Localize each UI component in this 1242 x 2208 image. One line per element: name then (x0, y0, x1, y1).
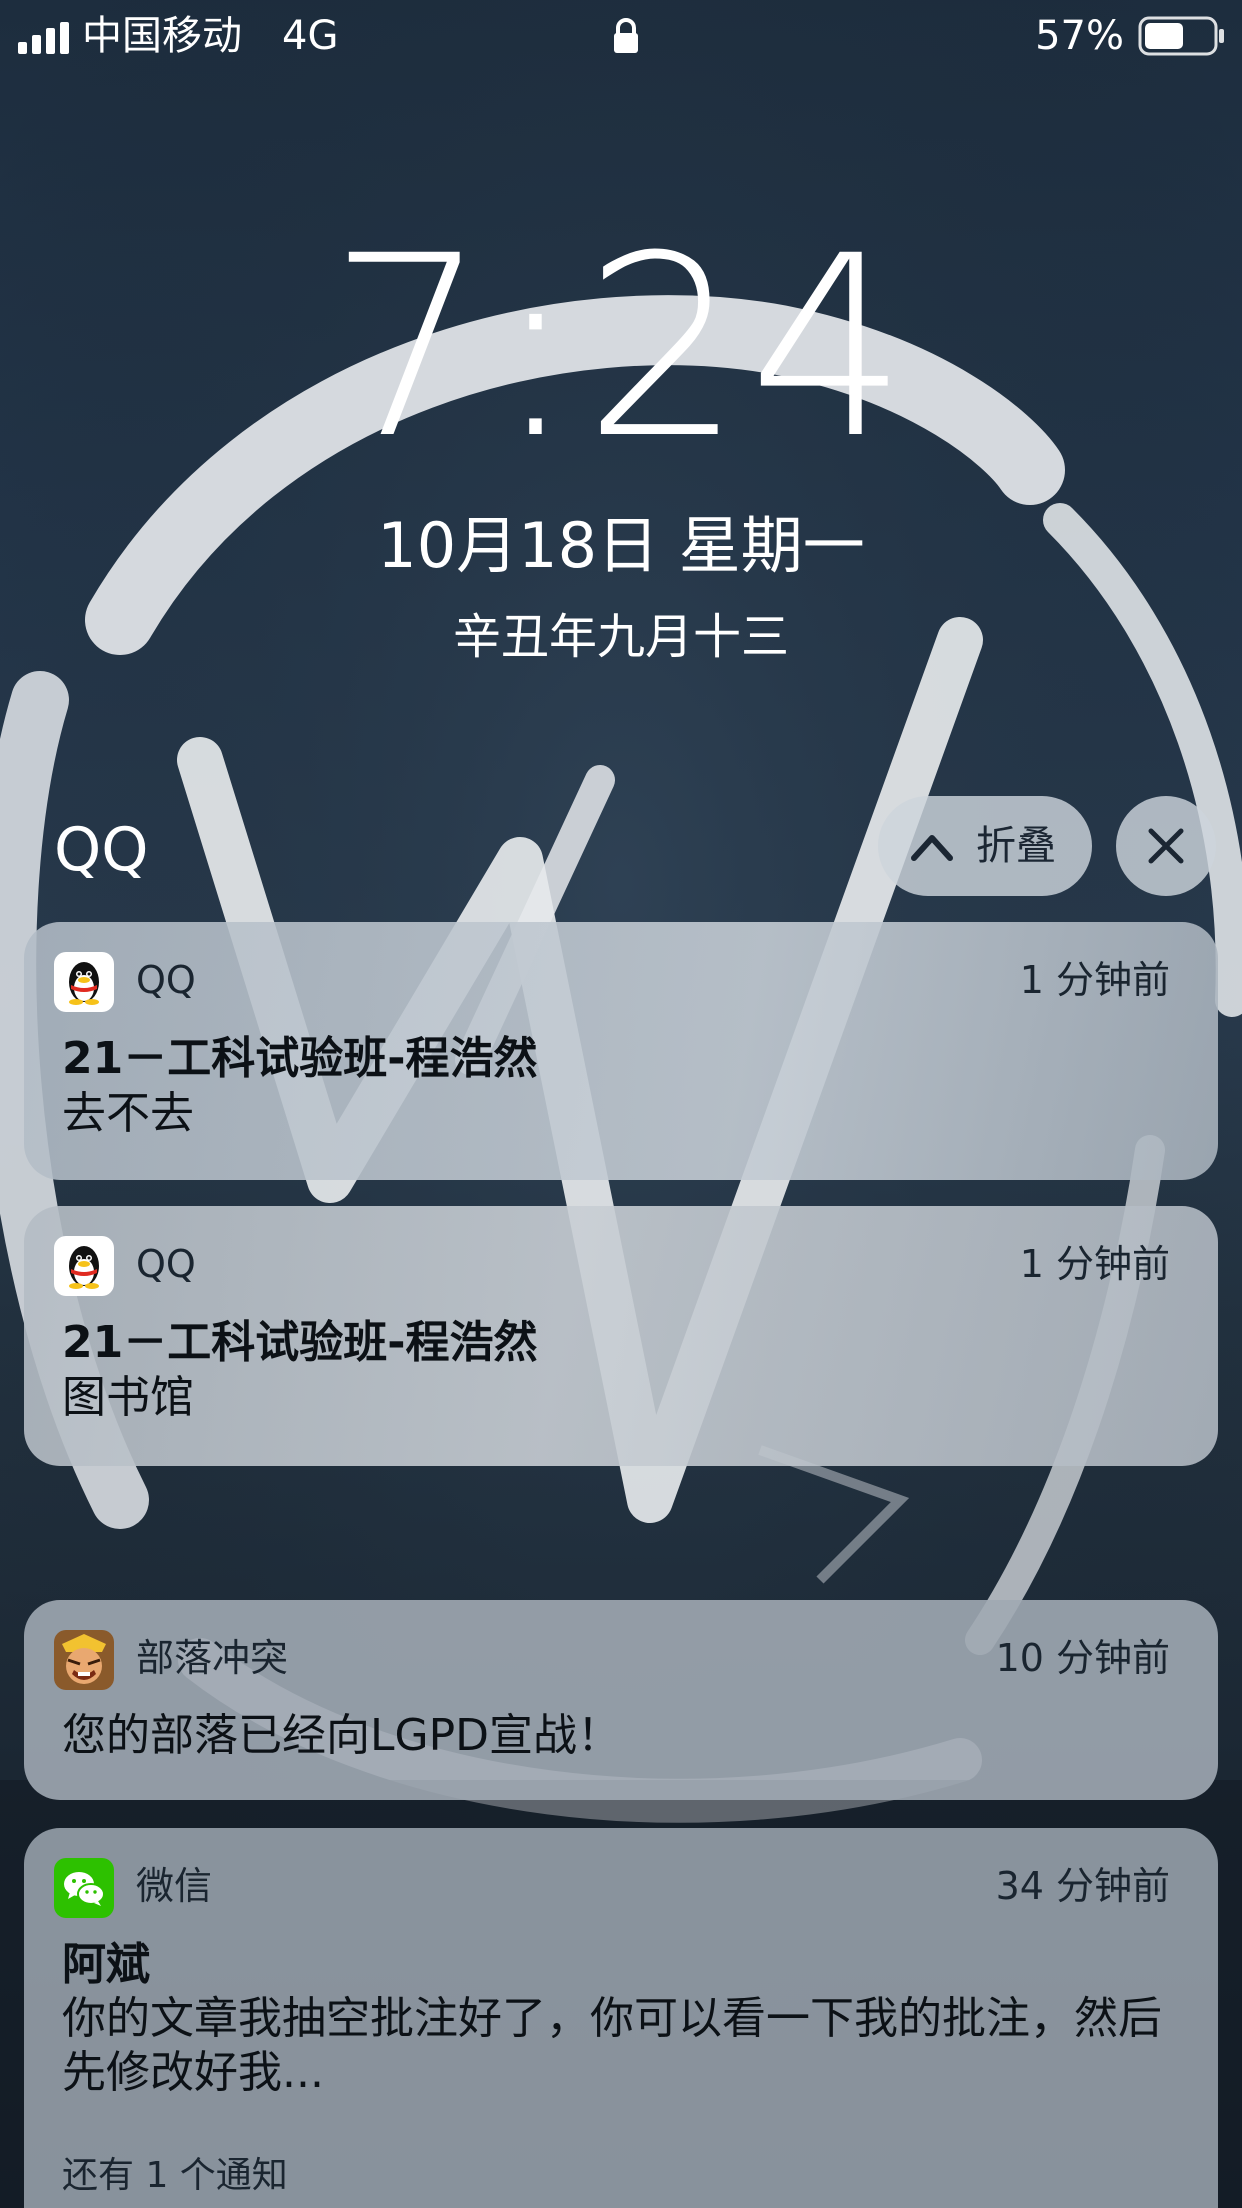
close-icon (1148, 828, 1184, 864)
network-type: 4G (282, 13, 339, 59)
qq-penguin-icon (54, 1236, 114, 1296)
collapse-label: 折叠 (976, 823, 1056, 869)
notification-app-name: 部落冲突 (136, 1636, 289, 1680)
status-bar: 中国移动 4G 57% (0, 0, 1242, 72)
wechat-icon (54, 1858, 114, 1918)
notification-title: 阿斌 (62, 1939, 150, 1990)
collapse-button[interactable]: 折叠 (878, 796, 1092, 896)
notification-app-name: QQ (136, 1242, 196, 1286)
lunar-date: 辛丑年九月十三 (452, 609, 789, 665)
notification-time: 34 分钟前 (995, 1864, 1170, 1908)
notification-body: 去不去 (62, 1088, 194, 1139)
notification-group-title: QQ (54, 815, 149, 885)
notification-time: 10 分钟前 (995, 1636, 1170, 1680)
notification-body: 您的部落已经向LGPD宣战！ (62, 1710, 622, 1761)
notification-card-qq-1[interactable]: QQ 1 分钟前 21－工科试验班-程浩然 去不去 (24, 922, 1218, 1180)
notification-card-qq-2[interactable]: QQ 1 分钟前 21－工科试验班-程浩然 图书馆 (24, 1206, 1218, 1466)
notification-body: 你的文章我抽空批注好了，你可以看一下我的批注，然后先修改好我... (62, 1993, 1162, 2098)
more-notifications-label: 还有 1 个通知 (62, 2155, 288, 2196)
notification-app-name: 微信 (136, 1864, 213, 1908)
notification-title: 21－工科试验班-程浩然 (62, 1317, 538, 1368)
clear-group-button[interactable] (1116, 796, 1216, 896)
lock-icon (614, 18, 638, 53)
lock-screen: 中国移动 4G 57% 7:24 10月18日 星期一 辛丑年九月十三 QQ 折… (0, 0, 1242, 2208)
lock-clock: 7:24 (328, 202, 914, 493)
battery-percent: 57% (1035, 13, 1124, 59)
battery-icon (1138, 16, 1224, 56)
notification-time: 1 分钟前 (1019, 958, 1170, 1002)
signal-icon (18, 22, 69, 54)
notification-card-clash-of-clans[interactable]: 部落冲突 10 分钟前 您的部落已经向LGPD宣战！ (24, 1600, 1218, 1800)
notification-app-name: QQ (136, 958, 196, 1002)
notification-body: 图书馆 (62, 1372, 194, 1423)
lock-date: 10月18日 星期一 (377, 509, 865, 582)
notification-time: 1 分钟前 (1019, 1242, 1170, 1286)
clash-of-clans-icon (54, 1630, 114, 1690)
carrier-name: 中国移动 (82, 13, 242, 59)
qq-penguin-icon (54, 952, 114, 1012)
notification-title: 21－工科试验班-程浩然 (62, 1033, 538, 1084)
chevron-up-icon (911, 835, 953, 861)
notification-card-wechat[interactable]: 微信 34 分钟前 阿斌 你的文章我抽空批注好了，你可以看一下我的批注，然后先修… (24, 1828, 1218, 2208)
